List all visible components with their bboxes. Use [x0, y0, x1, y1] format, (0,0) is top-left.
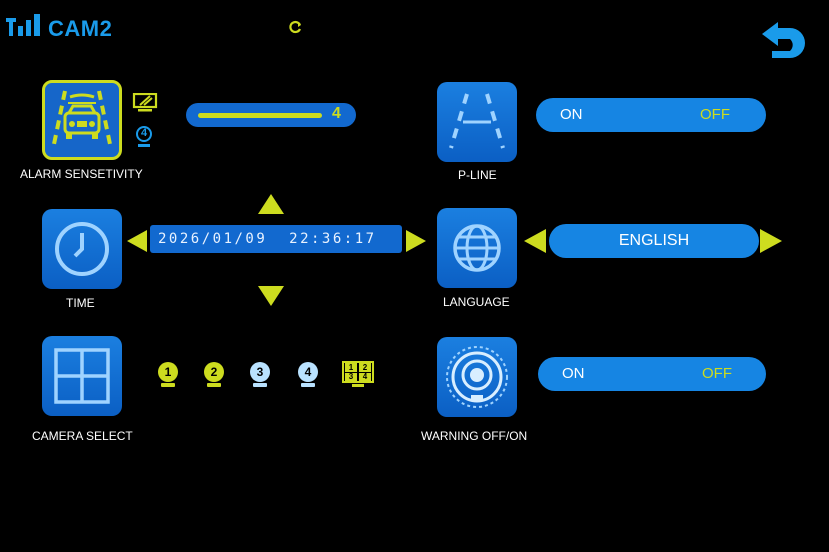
- quad-view-button[interactable]: 1 2 3 4: [342, 361, 376, 389]
- camera-3-button[interactable]: 3: [248, 362, 274, 390]
- warning-tile[interactable]: [437, 337, 517, 417]
- alarm-sensitivity-tile[interactable]: [42, 80, 122, 160]
- globe-icon: [453, 224, 501, 272]
- back-arrow-icon[interactable]: [760, 18, 808, 60]
- language-value: ENGLISH: [618, 232, 690, 249]
- refresh-icon[interactable]: [289, 20, 303, 34]
- p-line-off-option[interactable]: OFF: [700, 106, 730, 123]
- p-line-on-option[interactable]: ON: [560, 106, 583, 123]
- p-line-toggle[interactable]: ON OFF: [536, 98, 766, 132]
- language-selector[interactable]: ENGLISH: [549, 224, 759, 258]
- time-increase-arrow-icon[interactable]: [257, 193, 285, 215]
- camera-select-tile[interactable]: [42, 336, 122, 416]
- grid-icon: [54, 348, 110, 404]
- p-line-label: P-LINE: [458, 168, 497, 182]
- datetime-value: 2026/01/09 22:36:17: [158, 231, 377, 247]
- datetime-display[interactable]: 2026/01/09 22:36:17: [150, 225, 402, 253]
- camera-1-number: 1: [164, 365, 172, 379]
- sensitivity-slider[interactable]: 4: [186, 103, 356, 127]
- monitor-icon: [132, 93, 158, 112]
- car-lane-icon: [51, 90, 113, 150]
- camera-select-label: CAMERA SELECT: [32, 429, 133, 443]
- time-tile[interactable]: [42, 209, 122, 289]
- radar-sensor-icon: [446, 346, 508, 408]
- time-decrease-arrow-icon[interactable]: [257, 285, 285, 307]
- time-label: TIME: [66, 296, 95, 310]
- warning-label: WARNING OFF/ON: [421, 429, 528, 443]
- time-right-arrow-icon[interactable]: [405, 229, 427, 253]
- camera-4-number: 4: [304, 365, 312, 379]
- sensitivity-value: 4: [332, 105, 341, 122]
- language-right-arrow-icon[interactable]: [759, 228, 783, 254]
- camera-4-button[interactable]: 4: [296, 362, 322, 390]
- quad-view-number-2: 2: [359, 363, 371, 372]
- signal-strength-icon: [6, 14, 40, 36]
- warning-on-option[interactable]: ON: [562, 365, 585, 382]
- camera-2-button[interactable]: 2: [202, 362, 228, 390]
- camera-badge-number: 4: [140, 127, 148, 139]
- warning-off-option[interactable]: OFF: [702, 365, 732, 382]
- p-line-tile[interactable]: [437, 82, 517, 162]
- camera-3-number: 3: [256, 365, 264, 379]
- camera-1-button[interactable]: 1: [156, 362, 182, 390]
- language-label: LANGUAGE: [443, 295, 510, 309]
- time-left-arrow-icon[interactable]: [126, 229, 148, 253]
- language-tile[interactable]: [437, 208, 517, 288]
- alarm-sensitivity-label: ALARM SENSETIVITY: [20, 167, 143, 181]
- quad-view-number-4: 4: [359, 373, 371, 381]
- camera-name: CAM2: [48, 16, 113, 41]
- parking-line-icon: [449, 93, 505, 149]
- camera-badge-icon: 4: [134, 126, 156, 152]
- clock-icon: [55, 222, 109, 276]
- quad-view-number-3: 3: [345, 373, 357, 381]
- sensitivity-track: [198, 113, 322, 118]
- language-left-arrow-icon[interactable]: [523, 228, 547, 254]
- camera-2-number: 2: [210, 365, 218, 379]
- quad-view-number-1: 1: [345, 363, 357, 372]
- top-bar: CAM2: [0, 0, 829, 60]
- warning-toggle[interactable]: ON OFF: [538, 357, 766, 391]
